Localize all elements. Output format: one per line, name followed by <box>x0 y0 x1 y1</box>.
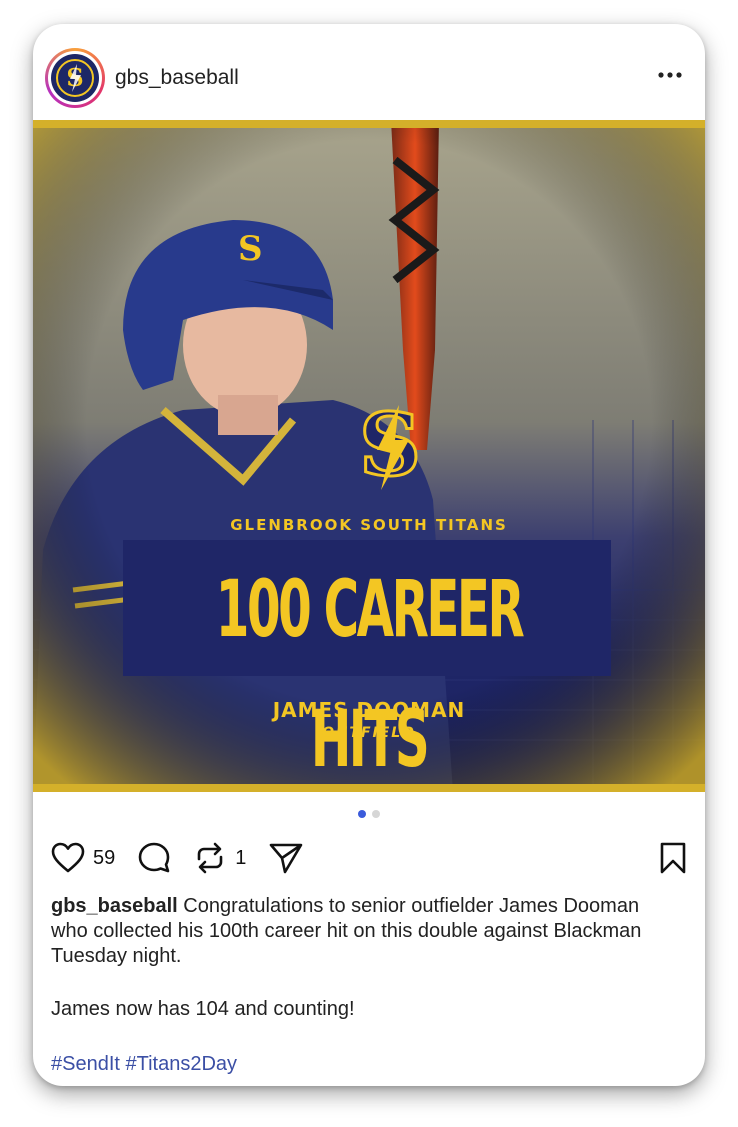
image-school-name: GLENBROOK SOUTH TITANS <box>230 516 508 534</box>
more-icon[interactable] <box>657 68 683 82</box>
instagram-post-card: S gbs_baseball <box>33 24 705 1086</box>
avatar[interactable]: S <box>45 48 105 108</box>
image-headline: 100 CAREER HITS <box>215 565 525 785</box>
post-caption: gbs_baseball Congratulations to senior o… <box>51 894 671 969</box>
carousel-indicator <box>33 810 705 818</box>
hashtags: #SendIt #Titans2Day <box>51 1053 237 1076</box>
post-image[interactable]: S S GLENBROOK SOUTH TITANS 100 CAREER HI… <box>33 120 705 792</box>
like-button[interactable]: 59 <box>51 842 115 874</box>
heart-icon <box>51 842 85 873</box>
image-player-name: JAMES DOOMAN <box>272 698 466 722</box>
post-header: S gbs_baseball <box>33 24 705 120</box>
post-username[interactable]: gbs_baseball <box>115 66 239 90</box>
comment-button[interactable] <box>137 841 171 875</box>
action-bar: 59 1 <box>51 838 691 878</box>
share-button[interactable] <box>268 841 304 875</box>
hashtag-link[interactable]: #SendIt <box>51 1053 120 1075</box>
caption-username[interactable]: gbs_baseball <box>51 895 178 917</box>
team-logo-icon: S <box>56 59 94 97</box>
send-icon <box>270 843 303 874</box>
hashtag-link[interactable]: #Titans2Day <box>126 1053 238 1075</box>
repost-icon <box>197 842 223 874</box>
comment-icon <box>138 842 170 873</box>
save-button[interactable] <box>659 842 687 879</box>
like-count[interactable]: 59 <box>93 847 115 870</box>
bookmark-icon <box>660 842 686 874</box>
repost-count: 1 <box>235 846 247 869</box>
repost-button[interactable]: 1 <box>193 841 246 875</box>
carousel-dot <box>372 810 380 818</box>
caption-line-2: James now has 104 and counting! <box>51 998 355 1020</box>
image-player-position: OUTFIELD <box>322 725 416 741</box>
carousel-dot-active <box>358 810 366 818</box>
